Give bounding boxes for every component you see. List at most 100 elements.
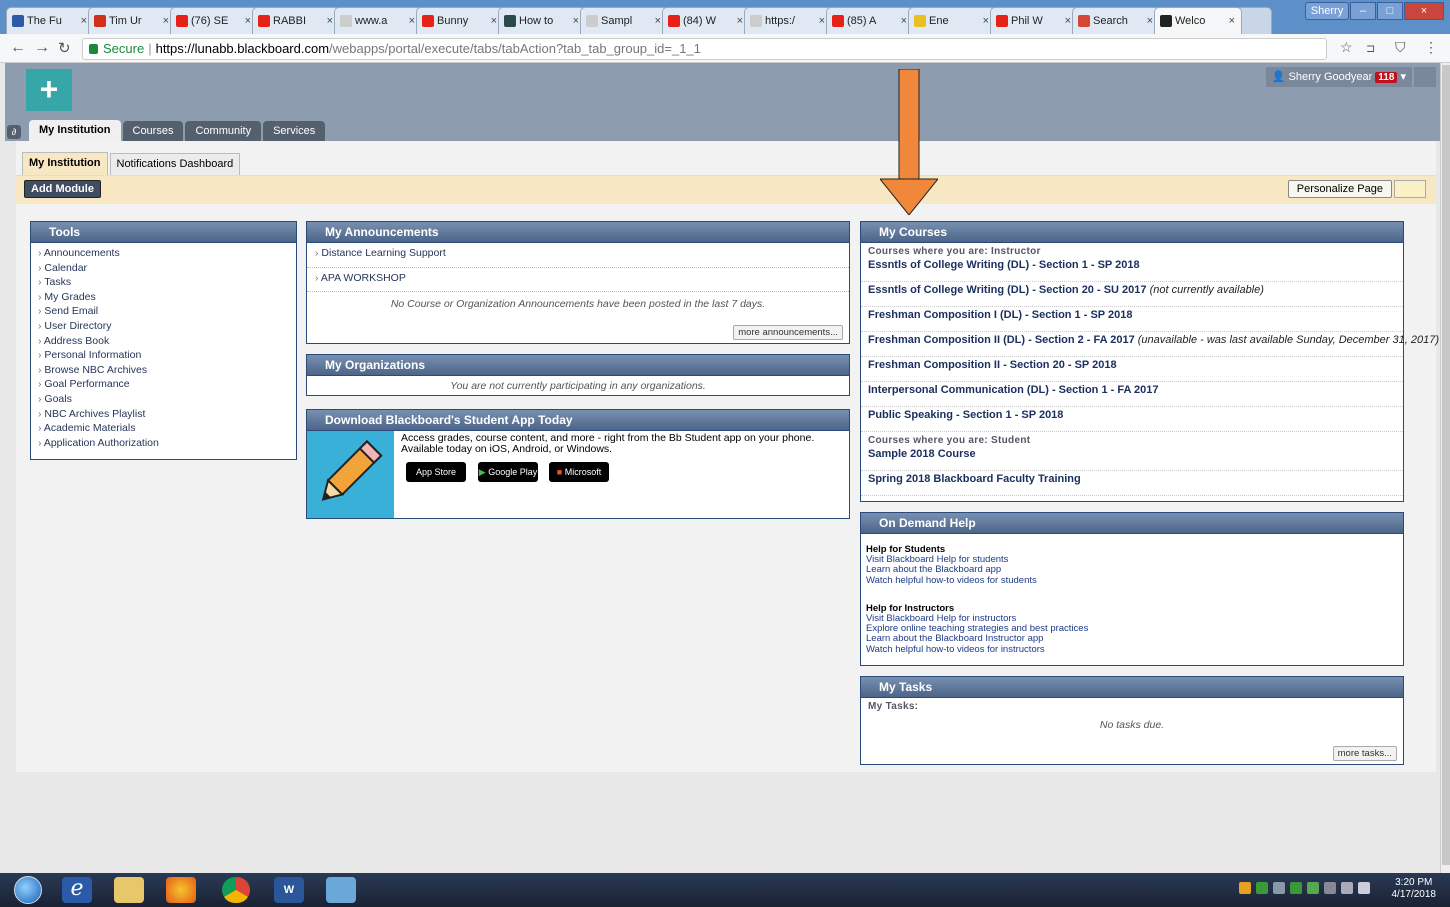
tool-link[interactable]: Address Book: [38, 334, 296, 349]
tray-app-icon[interactable]: [1239, 882, 1251, 894]
browser-tab[interactable]: The Fu ×: [6, 7, 94, 34]
help-link[interactable]: Watch helpful how-to videos for instruct…: [866, 644, 1398, 655]
close-tab-icon[interactable]: ×: [901, 8, 907, 34]
extension-icon[interactable]: ⊐: [1366, 42, 1375, 55]
tool-link[interactable]: Academic Materials: [38, 421, 296, 436]
close-tab-icon[interactable]: ×: [1229, 8, 1235, 34]
browser-tab[interactable]: (85) A ×: [826, 7, 914, 34]
clock[interactable]: 3:20 PM 4/17/2018: [1392, 877, 1437, 901]
close-tab-icon[interactable]: ×: [983, 8, 989, 34]
app-store-button[interactable]: App Store: [406, 462, 466, 482]
close-tab-icon[interactable]: ×: [1065, 8, 1071, 34]
close-tab-icon[interactable]: ×: [81, 8, 87, 34]
close-tab-icon[interactable]: ×: [327, 8, 333, 34]
minimize-icon[interactable]: –: [1350, 2, 1376, 20]
color-swatch-button[interactable]: [1394, 180, 1426, 198]
tray-app-icon[interactable]: [1256, 882, 1268, 894]
flag-icon[interactable]: [1341, 882, 1353, 894]
chrome-icon[interactable]: [222, 877, 250, 903]
browser-tab[interactable]: Tim Ur ×: [88, 7, 176, 34]
tool-link[interactable]: Application Authorization: [38, 436, 296, 451]
course-link[interactable]: Spring 2018 Blackboard Faculty Training: [861, 471, 1403, 496]
firefox-icon[interactable]: [166, 877, 196, 903]
file-explorer-icon[interactable]: [114, 877, 144, 903]
tab-services[interactable]: Services: [263, 121, 326, 142]
tab-community[interactable]: Community: [185, 121, 262, 142]
page-scrollbar[interactable]: [1440, 63, 1450, 873]
course-link[interactable]: Freshman Composition II - Section 20 - S…: [861, 357, 1403, 382]
tray-app-icon[interactable]: [1307, 882, 1319, 894]
browser-tab[interactable]: Sampl ×: [580, 7, 668, 34]
tool-link[interactable]: Browse NBC Archives: [38, 363, 296, 378]
close-tab-icon[interactable]: ×: [245, 8, 251, 34]
course-link[interactable]: Freshman Composition I (DL) - Section 1 …: [861, 307, 1403, 332]
paint-icon[interactable]: [326, 877, 356, 903]
browser-tab[interactable]: (76) SE ×: [170, 7, 258, 34]
more-tasks-button[interactable]: more tasks...: [1332, 746, 1397, 761]
browser-tab[interactable]: (84) W ×: [662, 7, 750, 34]
windows-start-icon[interactable]: [14, 876, 42, 904]
microsoft-store-button[interactable]: ■ Microsoft: [549, 462, 609, 482]
add-module-button[interactable]: Add Module: [24, 180, 101, 198]
course-link[interactable]: Freshman Composition II (DL) - Section 2…: [861, 332, 1439, 357]
browser-tab[interactable]: RABBI ×: [252, 7, 340, 34]
tray-app-icon[interactable]: [1273, 882, 1285, 894]
close-tab-icon[interactable]: ×: [163, 8, 169, 34]
edit-mode-icon[interactable]: ∂: [7, 125, 21, 139]
url-input[interactable]: Secure | https://lunabb.blackboard.com/web…: [82, 38, 1327, 60]
maximize-icon[interactable]: □: [1377, 2, 1403, 20]
plus-logo-icon[interactable]: +: [26, 69, 72, 111]
browser-tab[interactable]: Search ×: [1072, 7, 1160, 34]
personalize-page-button[interactable]: Personalize Page: [1287, 180, 1392, 198]
browser-tab[interactable]: How to ×: [498, 7, 586, 34]
tool-link[interactable]: Personal Information: [38, 348, 296, 363]
back-icon[interactable]: ←: [10, 39, 26, 57]
internet-explorer-icon[interactable]: e: [62, 877, 92, 903]
tool-link[interactable]: Calendar: [38, 261, 296, 276]
course-link[interactable]: Essntls of College Writing (DL) - Sectio…: [861, 257, 1403, 282]
browser-tab[interactable]: Phil W ×: [990, 7, 1078, 34]
google-play-button[interactable]: ▶ Google Play: [478, 462, 538, 482]
tool-link[interactable]: My Grades: [38, 290, 296, 305]
course-link[interactable]: Sample 2018 Course: [861, 446, 1403, 471]
tool-link[interactable]: Announcements: [38, 246, 296, 261]
tool-link[interactable]: Tasks: [38, 275, 296, 290]
tab-my-institution[interactable]: My Institution: [29, 120, 121, 142]
tray-app-icon[interactable]: [1290, 882, 1302, 894]
subtab-my-institution[interactable]: My Institution: [22, 152, 108, 175]
word-icon[interactable]: W: [274, 877, 304, 903]
more-announcements-button[interactable]: more announcements...: [733, 325, 843, 340]
subtab-notifications-dashboard[interactable]: Notifications Dashboard: [109, 153, 241, 175]
tool-link[interactable]: NBC Archives Playlist: [38, 407, 296, 422]
close-tab-icon[interactable]: ×: [573, 8, 579, 34]
announcement-item[interactable]: APA WORKSHOP: [307, 268, 849, 292]
close-tab-icon[interactable]: ×: [737, 8, 743, 34]
browser-tab[interactable]: Welco ×: [1154, 7, 1242, 34]
browser-tab[interactable]: Ene ×: [908, 7, 996, 34]
shield-icon[interactable]: ⛉: [1395, 39, 1406, 56]
browser-tab[interactable]: Bunny ×: [416, 7, 504, 34]
course-link[interactable]: Public Speaking - Section 1 - SP 2018: [861, 407, 1403, 432]
user-menu[interactable]: 👤 Sherry Goodyear 118 ▾: [1265, 67, 1412, 87]
tool-link[interactable]: Send Email: [38, 304, 296, 319]
volume-icon[interactable]: [1358, 882, 1370, 894]
menu-icon[interactable]: ⋮: [1424, 39, 1438, 56]
network-icon[interactable]: [1324, 882, 1336, 894]
close-tab-icon[interactable]: ×: [491, 8, 497, 34]
tool-link[interactable]: Goal Performance: [38, 377, 296, 392]
browser-tab[interactable]: https:/ ×: [744, 7, 832, 34]
forward-icon[interactable]: →: [34, 39, 50, 57]
tab-courses[interactable]: Courses: [122, 121, 184, 142]
browser-tab[interactable]: www.a ×: [334, 7, 422, 34]
bookmark-star-icon[interactable]: ☆: [1340, 39, 1353, 56]
reload-icon[interactable]: ↻: [58, 39, 71, 57]
close-tab-icon[interactable]: ×: [1147, 8, 1153, 34]
profile-button[interactable]: Sherry: [1305, 2, 1349, 20]
tool-link[interactable]: User Directory: [38, 319, 296, 334]
close-window-icon[interactable]: ×: [1404, 2, 1444, 20]
close-tab-icon[interactable]: ×: [655, 8, 661, 34]
close-tab-icon[interactable]: ×: [409, 8, 415, 34]
close-tab-icon[interactable]: ×: [819, 8, 825, 34]
help-link[interactable]: Watch helpful how-to videos for students: [866, 575, 1398, 586]
logout-icon[interactable]: [1414, 67, 1436, 87]
